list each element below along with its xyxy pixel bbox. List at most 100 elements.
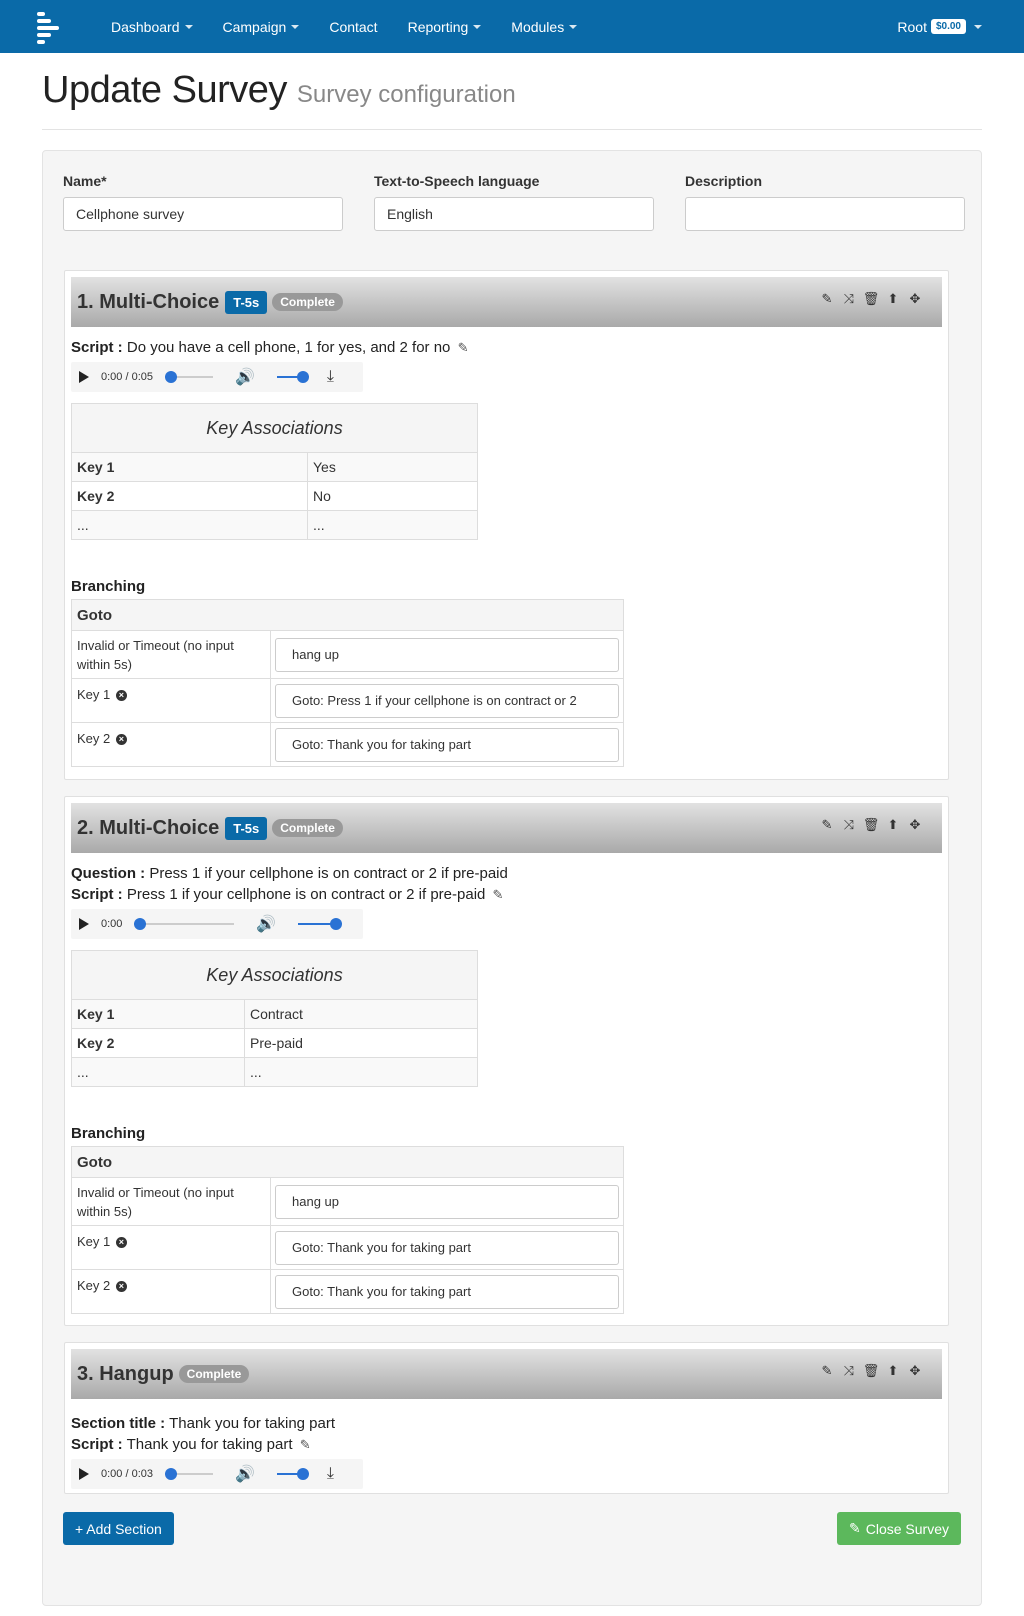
goto-select[interactable]: Goto: Thank you for taking part [275, 1274, 619, 1309]
user-name: Root [897, 18, 927, 35]
table-row: Key 1 Yes [71, 452, 478, 482]
up-arrow-icon[interactable]: ⬆ [882, 291, 904, 307]
section-tools: ✎ ⤨ 🗑 ⬆ ✥ [816, 1363, 926, 1379]
section-title-line: Section title : Thank you for taking par… [71, 1415, 336, 1432]
download-icon[interactable]: ⤓ [327, 368, 334, 386]
section-tools: ✎ ⤨ 🗑 ⬆ ✥ [816, 817, 926, 833]
move-icon[interactable]: ✥ [904, 1363, 926, 1379]
shuffle-icon[interactable]: ⤨ [838, 1363, 860, 1379]
chevron-down-icon [974, 24, 982, 29]
name-label: Name* [63, 173, 107, 189]
section-tools: ✎ ⤨ 🗑 ⬆ ✥ [816, 291, 926, 307]
section-2-panel: 2. Multi-Choice T-5s Complete ✎ ⤨ 🗑 ⬆ ✥ … [64, 796, 949, 1326]
move-icon[interactable]: ✥ [904, 817, 926, 833]
pencil-icon[interactable]: ✎ [816, 291, 838, 307]
progress-slider[interactable] [165, 371, 213, 383]
volume-knob[interactable] [330, 918, 343, 930]
progress-slider[interactable] [165, 1468, 213, 1480]
volume-knob[interactable] [296, 371, 309, 383]
goto-select[interactable]: hang up [275, 637, 619, 672]
trash-icon[interactable]: 🗑 [860, 291, 882, 307]
volume-icon[interactable]: 🔊 [235, 1464, 255, 1484]
remove-key-icon[interactable]: × [115, 1281, 127, 1292]
progress-knob[interactable] [134, 918, 147, 930]
progress-slider[interactable] [134, 918, 235, 930]
status-badge: Complete [272, 293, 343, 311]
chevron-down-icon [291, 24, 300, 29]
nav-modules[interactable]: Modules [496, 0, 592, 53]
goto-select[interactable]: Goto: Thank you for taking part [275, 1230, 619, 1265]
goto-select[interactable]: hang up [275, 1184, 619, 1219]
section-1-panel: 1. Multi-Choice T-5s Complete ✎ ⤨ 🗑 ⬆ ✥ … [64, 270, 949, 780]
download-icon[interactable]: ⤓ [327, 1465, 334, 1483]
remove-key-icon[interactable]: × [115, 1237, 127, 1248]
section-title: 1. Multi-Choice [77, 290, 220, 313]
section-1-header: 1. Multi-Choice T-5s Complete ✎ ⤨ 🗑 ⬆ ✥ [71, 277, 942, 327]
table-row: Key 2 No [71, 481, 478, 511]
user-menu[interactable]: Root $0.00 [897, 0, 982, 53]
trash-icon[interactable]: 🗑 [860, 1363, 882, 1379]
volume-icon[interactable]: 🔊 [235, 367, 255, 387]
goto-header: Goto [71, 1146, 624, 1178]
audio-player: 0:00 / 0:03 🔊 ⤓ [71, 1459, 363, 1489]
page-title: Update Survey [42, 69, 287, 111]
branching-table: Goto Invalid or Timeout (no input within… [71, 1146, 624, 1314]
volume-knob[interactable] [296, 1468, 309, 1480]
branch-row: Key 1 × Goto: Thank you for taking part [71, 1225, 624, 1270]
trash-icon[interactable]: 🗑 [860, 817, 882, 833]
play-icon[interactable] [79, 371, 89, 383]
nav-campaign[interactable]: Campaign [208, 0, 315, 53]
tts-language-select[interactable]: English [374, 197, 654, 231]
chevron-down-icon [569, 24, 578, 29]
section-2-header: 2. Multi-Choice T-5s Complete ✎ ⤨ 🗑 ⬆ ✥ [71, 803, 942, 853]
key-associations-table: Key Associations Key 1 Contract Key 2 Pre-… [71, 950, 478, 1087]
up-arrow-icon[interactable]: ⬆ [882, 1363, 904, 1379]
goto-select[interactable]: Goto: Thank you for taking part [275, 727, 619, 762]
description-input[interactable] [685, 197, 965, 231]
balance-badge: $0.00 [930, 19, 966, 34]
script-line: Script : Thank you for taking part ✎ [71, 1434, 311, 1455]
name-group: Name* Cellphone survey [63, 173, 343, 231]
edit-script-icon[interactable]: ✎ [300, 1434, 311, 1455]
audio-player: 0:00 🔊 [71, 909, 363, 939]
edit-script-icon[interactable]: ✎ [493, 884, 504, 905]
up-arrow-icon[interactable]: ⬆ [882, 817, 904, 833]
volume-slider[interactable] [298, 918, 343, 930]
shuffle-icon[interactable]: ⤨ [838, 291, 860, 307]
audio-player: 0:00 / 0:05 🔊 ⤓ [71, 362, 363, 392]
play-icon[interactable] [79, 918, 89, 930]
pencil-icon[interactable]: ✎ [816, 817, 838, 833]
remove-key-icon[interactable]: × [115, 690, 127, 701]
script-text: Thank you for taking part [126, 1436, 293, 1453]
remove-key-icon[interactable]: × [115, 734, 127, 745]
name-input[interactable]: Cellphone survey [63, 197, 343, 231]
branch-row: Key 2 × Goto: Thank you for taking part [71, 1269, 624, 1314]
brand-logo-icon[interactable] [0, 0, 96, 53]
progress-knob[interactable] [165, 1468, 177, 1480]
pencil-icon[interactable]: ✎ [816, 1363, 838, 1379]
section-3-panel: 3. Hangup Complete ✎ ⤨ 🗑 ⬆ ✥ Section tit… [64, 1342, 949, 1494]
edit-icon: ✎ [849, 1520, 861, 1536]
close-survey-button[interactable]: ✎ Close Survey [837, 1512, 961, 1545]
audio-time: 0:00 / 0:05 [101, 371, 153, 383]
section-title-text: Thank you for taking part [169, 1415, 336, 1432]
shuffle-icon[interactable]: ⤨ [838, 817, 860, 833]
progress-knob[interactable] [165, 371, 177, 383]
goto-select[interactable]: Goto: Press 1 if your cellphone is on co… [275, 683, 619, 718]
question-text: Press 1 if your cellphone is on contract… [149, 865, 508, 882]
edit-script-icon[interactable]: ✎ [458, 337, 469, 358]
status-badge: Complete [272, 819, 343, 837]
tts-group: Text-to-Speech language English [374, 173, 654, 231]
volume-slider[interactable] [276, 371, 309, 383]
section-3-header: 3. Hangup Complete ✎ ⤨ 🗑 ⬆ ✥ [71, 1349, 942, 1399]
move-icon[interactable]: ✥ [904, 291, 926, 307]
nav-dashboard[interactable]: Dashboard [96, 0, 208, 53]
nav-reporting[interactable]: Reporting [393, 0, 497, 53]
play-icon[interactable] [79, 1468, 89, 1480]
nav-contact[interactable]: Contact [314, 0, 392, 53]
volume-slider[interactable] [276, 1468, 309, 1480]
volume-icon[interactable]: 🔊 [256, 914, 276, 934]
add-section-button[interactable]: + Add Section [63, 1512, 174, 1545]
description-group: Description [685, 173, 965, 231]
branch-row: Key 2 × Goto: Thank you for taking part [71, 722, 624, 767]
